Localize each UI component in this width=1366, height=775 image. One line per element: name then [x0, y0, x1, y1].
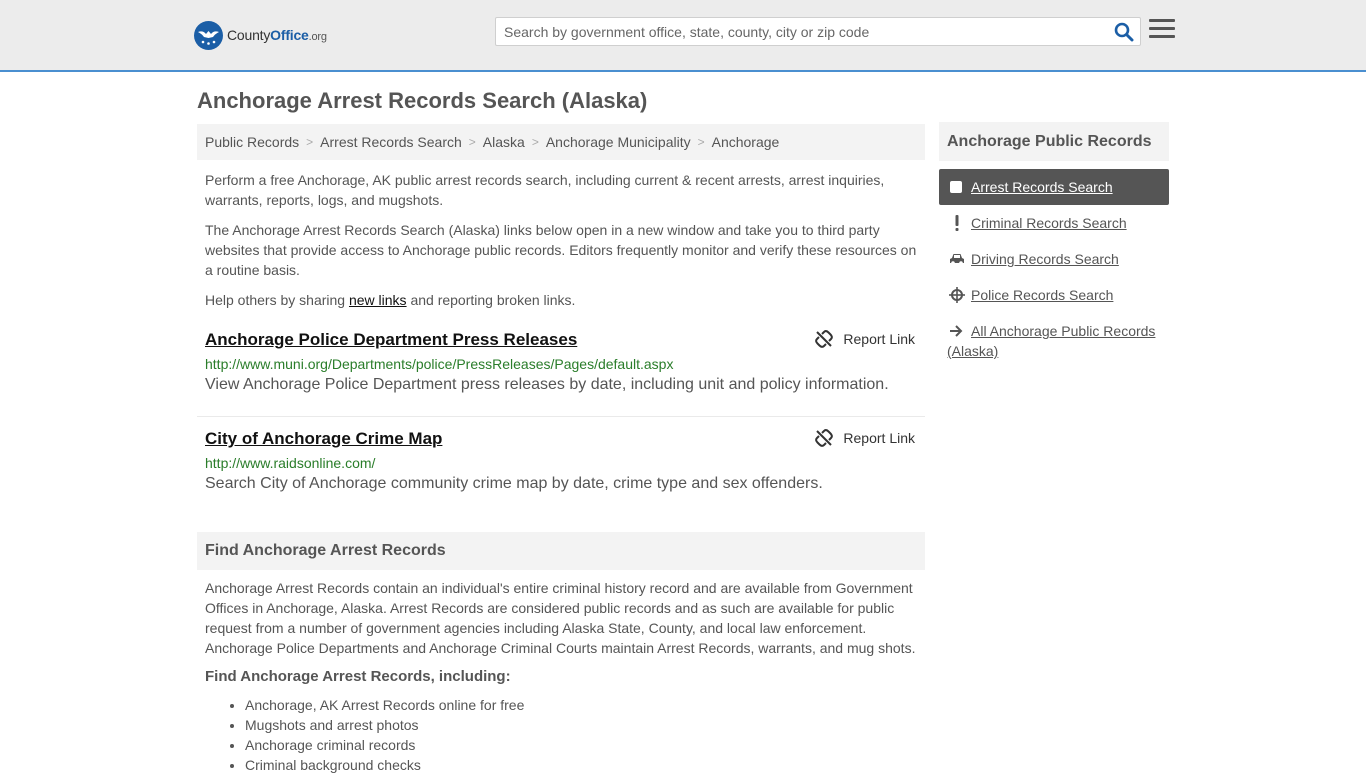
- result-url[interactable]: http://www.raidsonline.com/: [205, 455, 917, 471]
- chevron-right-icon: >: [531, 135, 539, 149]
- search-bar: [495, 17, 1141, 46]
- eagle-seal-icon: [194, 20, 223, 50]
- chevron-right-icon: >: [697, 135, 705, 149]
- find-section-subheading: Find Anchorage Arrest Records, including…: [205, 668, 511, 685]
- result-title-link[interactable]: City of Anchorage Crime Map: [205, 429, 442, 449]
- result-item: City of Anchorage Crime Map Report Link …: [197, 417, 925, 512]
- find-section-heading: Find Anchorage Arrest Records: [197, 532, 925, 570]
- sidebar-item-police-records[interactable]: Police Records Search: [939, 285, 1169, 305]
- breadcrumb-anchorage[interactable]: Anchorage: [712, 134, 780, 150]
- report-link-button[interactable]: Report Link: [815, 330, 915, 348]
- sidebar: Anchorage Public Records Arrest Records …: [939, 122, 1169, 361]
- sidebar-item-all-public-records[interactable]: All Anchorage Public Records (Alaska): [939, 321, 1169, 361]
- result-url[interactable]: http://www.muni.org/Departments/police/P…: [205, 356, 917, 372]
- search-icon[interactable]: [1114, 22, 1134, 42]
- result-description: View Anchorage Police Department press r…: [205, 376, 889, 393]
- broken-link-icon: [815, 330, 834, 348]
- breadcrumb-alaska[interactable]: Alaska: [483, 134, 525, 150]
- sidebar-item-criminal-records[interactable]: Criminal Records Search: [939, 213, 1169, 233]
- crosshair-icon: [949, 287, 965, 303]
- list-item: Mugshots and arrest photos: [245, 715, 925, 735]
- result-description: Search City of Anchorage community crime…: [205, 475, 823, 492]
- exclamation-icon: [949, 215, 965, 231]
- intro-text: Perform a free Anchorage, AK public arre…: [197, 170, 925, 310]
- report-link-button[interactable]: Report Link: [815, 429, 915, 447]
- list-item: Criminal background checks: [245, 755, 925, 775]
- find-section-list: Anchorage, AK Arrest Records online for …: [197, 695, 925, 775]
- breadcrumb: Public Records > Arrest Records Search >…: [197, 124, 925, 160]
- site-logo[interactable]: CountyOffice.org: [194, 20, 327, 50]
- result-title-link[interactable]: Anchorage Police Department Press Releas…: [205, 330, 577, 350]
- chevron-right-icon: >: [306, 135, 314, 149]
- intro-paragraph-1: Perform a free Anchorage, AK public arre…: [205, 172, 885, 208]
- square-icon: [949, 179, 965, 195]
- car-icon: [949, 251, 965, 267]
- find-section-body: Anchorage Arrest Records contain an indi…: [205, 580, 916, 656]
- list-item: Anchorage criminal records: [245, 735, 925, 755]
- intro-paragraph-3: Help others by sharing new links and rep…: [205, 292, 576, 308]
- main-content: Public Records > Arrest Records Search >…: [197, 124, 925, 775]
- logo-text: CountyOffice.org: [227, 27, 327, 43]
- sidebar-item-arrest-records[interactable]: Arrest Records Search: [939, 169, 1169, 205]
- broken-link-icon: [815, 429, 834, 447]
- breadcrumb-public-records[interactable]: Public Records: [205, 134, 299, 150]
- breadcrumb-anchorage-municipality[interactable]: Anchorage Municipality: [546, 134, 691, 150]
- page-title: Anchorage Arrest Records Search (Alaska): [197, 88, 648, 113]
- breadcrumb-arrest-records-search[interactable]: Arrest Records Search: [320, 134, 462, 150]
- chevron-right-icon: >: [468, 135, 476, 149]
- intro-paragraph-2: The Anchorage Arrest Records Search (Ala…: [205, 222, 917, 278]
- new-links-link[interactable]: new links: [349, 292, 407, 308]
- sidebar-heading: Anchorage Public Records: [939, 122, 1169, 161]
- sidebar-item-driving-records[interactable]: Driving Records Search: [939, 249, 1169, 269]
- search-input[interactable]: [496, 18, 1106, 45]
- result-item: Anchorage Police Department Press Releas…: [197, 330, 925, 417]
- list-item: Anchorage, AK Arrest Records online for …: [245, 695, 925, 715]
- arrow-right-icon: [949, 323, 965, 339]
- site-header: CountyOffice.org: [0, 0, 1366, 72]
- hamburger-menu-icon[interactable]: [1149, 19, 1175, 43]
